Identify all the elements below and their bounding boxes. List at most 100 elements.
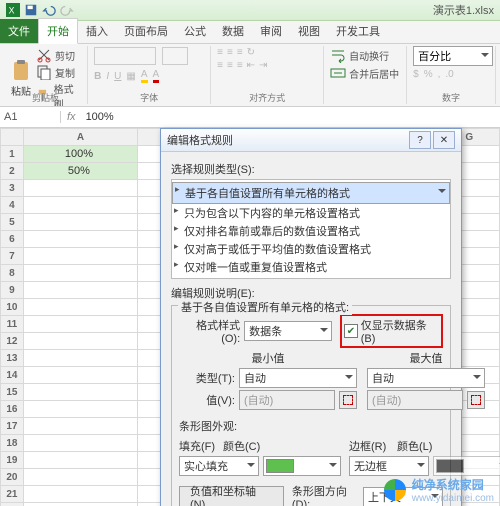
number-format-select[interactable]: 百分比 (413, 46, 493, 66)
align-center-icon[interactable]: ≡ (227, 60, 233, 71)
border-select[interactable]: 无边框 (349, 456, 429, 476)
orientation-icon[interactable]: ↻ (247, 47, 255, 58)
merge-center-button[interactable]: 合并后居中 (330, 65, 400, 81)
indent-inc-icon[interactable]: ⇥ (259, 60, 267, 71)
cut-button[interactable]: 剪切 (36, 47, 81, 63)
font-color-button[interactable]: A (153, 69, 160, 83)
max-type-select[interactable]: 自动 (367, 368, 485, 388)
fill-select[interactable]: 实心填充 (179, 456, 259, 476)
group-title: 基于各自值设置所有单元格的格式: (178, 299, 352, 315)
row-header[interactable]: 15 (1, 384, 24, 401)
align-top-icon[interactable]: ≡ (217, 47, 223, 58)
undo-icon[interactable] (42, 3, 56, 17)
row-header[interactable]: 16 (1, 401, 24, 418)
fill-color-select[interactable] (263, 456, 341, 476)
rule-type-item[interactable]: 只为包含以下内容的单元格设置格式 (172, 204, 450, 222)
row-header[interactable]: 13 (1, 350, 24, 367)
rule-type-list[interactable]: 基于各自值设置所有单元格的格式 只为包含以下内容的单元格设置格式 仅对排名靠前或… (171, 179, 451, 279)
font-name-box[interactable] (94, 47, 156, 65)
comma-icon[interactable]: , (438, 69, 441, 80)
indent-dec-icon[interactable]: ⇤ (247, 60, 255, 71)
inc-decimal-icon[interactable]: .0 (445, 69, 453, 80)
row-header[interactable]: 11 (1, 316, 24, 333)
max-header: 最大值 (367, 350, 485, 366)
row-header[interactable]: 9 (1, 282, 24, 299)
row-header[interactable]: 7 (1, 248, 24, 265)
row-header[interactable]: 12 (1, 333, 24, 350)
fx-icon[interactable]: fx (61, 111, 82, 123)
save-icon[interactable] (24, 3, 38, 17)
tab-insert[interactable]: 插入 (78, 19, 116, 43)
tab-layout[interactable]: 页面布局 (116, 19, 176, 43)
row-header[interactable]: 17 (1, 418, 24, 435)
format-style-select[interactable]: 数据条 (244, 321, 332, 341)
rule-type-item[interactable]: 仅对唯一值或重复值设置格式 (172, 258, 450, 276)
select-all[interactable] (1, 129, 24, 146)
rule-type-item[interactable]: 基于各自值设置所有单元格的格式 (172, 182, 450, 204)
italic-button[interactable]: I (106, 71, 109, 82)
row-header[interactable]: 18 (1, 435, 24, 452)
copy-button[interactable]: 复制 (36, 64, 81, 80)
tab-review[interactable]: 审阅 (252, 19, 290, 43)
row-header[interactable]: 8 (1, 265, 24, 282)
tab-data[interactable]: 数据 (214, 19, 252, 43)
border-button[interactable]: ▦ (126, 71, 135, 82)
row-header[interactable]: 2 (1, 163, 24, 180)
help-button[interactable]: ? (409, 131, 431, 149)
align-right-icon[interactable]: ≡ (237, 60, 243, 71)
border-label: 边框(R) (349, 438, 393, 454)
watermark-url: www.yidaimei.com (412, 493, 494, 504)
tab-view[interactable]: 视图 (290, 19, 328, 43)
min-value-input[interactable]: (自动) (239, 390, 335, 410)
value-label: 值(V): (179, 392, 235, 408)
cell-A1[interactable]: 100% (23, 146, 137, 163)
close-button[interactable]: ✕ (433, 131, 455, 149)
font-size-box[interactable] (162, 47, 188, 65)
color-label: 颜色(C) (223, 438, 263, 454)
formula-value[interactable]: 100% (82, 111, 118, 123)
currency-icon[interactable]: $ (413, 69, 419, 80)
tab-home[interactable]: 开始 (38, 18, 78, 44)
row-header[interactable]: 20 (1, 469, 24, 486)
tab-dev[interactable]: 开发工具 (328, 19, 388, 43)
svg-text:X: X (9, 6, 15, 16)
rule-type-item[interactable]: 仅对高于或低于平均值的数值设置格式 (172, 240, 450, 258)
redo-icon[interactable] (60, 3, 74, 17)
underline-button[interactable]: U (114, 71, 121, 82)
row-header[interactable]: 14 (1, 367, 24, 384)
border-color-select[interactable] (433, 456, 500, 476)
row-header[interactable]: 10 (1, 299, 24, 316)
row-header[interactable]: 5 (1, 214, 24, 231)
row-header[interactable]: 4 (1, 197, 24, 214)
range-picker-icon[interactable] (467, 391, 485, 409)
col-header-A[interactable]: A (23, 129, 137, 146)
document-title: 演示表1.xlsx (433, 2, 494, 18)
bold-button[interactable]: B (94, 71, 101, 82)
row-header[interactable]: 3 (1, 180, 24, 197)
max-value-input[interactable]: (自动) (367, 390, 463, 410)
align-mid-icon[interactable]: ≡ (227, 47, 233, 58)
align-bot-icon[interactable]: ≡ (237, 47, 243, 58)
row-header[interactable]: 21 (1, 486, 24, 503)
fill-color-button[interactable]: A (141, 69, 148, 83)
bar-appearance-label: 条形图外观: (179, 418, 443, 434)
negative-axis-button[interactable]: 负值和坐标轴(N)... (179, 486, 284, 506)
cell-A2[interactable]: 50% (23, 163, 137, 180)
rule-type-item[interactable]: 仅对排名靠前或靠后的数值设置格式 (172, 222, 450, 240)
row-header[interactable]: 6 (1, 231, 24, 248)
tab-formulas[interactable]: 公式 (176, 19, 214, 43)
min-type-select[interactable]: 自动 (239, 368, 357, 388)
align-left-icon[interactable]: ≡ (217, 60, 223, 71)
row-header[interactable]: 19 (1, 452, 24, 469)
row-header[interactable]: 1 (1, 146, 24, 163)
percent-icon[interactable]: % (424, 69, 433, 80)
row-header[interactable]: 22 (1, 503, 24, 506)
show-bar-only-highlight: ✔ 仅显示数据条(B) (340, 314, 443, 348)
rule-type-item[interactable]: 使用公式确定要设置格式的单元格 (172, 276, 450, 279)
show-bar-only-checkbox[interactable]: ✔ (344, 324, 358, 338)
tab-file[interactable]: 文件 (0, 19, 38, 43)
name-box[interactable]: A1 (0, 111, 61, 123)
number-group-label: 数字 (407, 91, 495, 104)
range-picker-icon[interactable] (339, 391, 357, 409)
wrap-text-button[interactable]: 自动换行 (330, 47, 400, 63)
